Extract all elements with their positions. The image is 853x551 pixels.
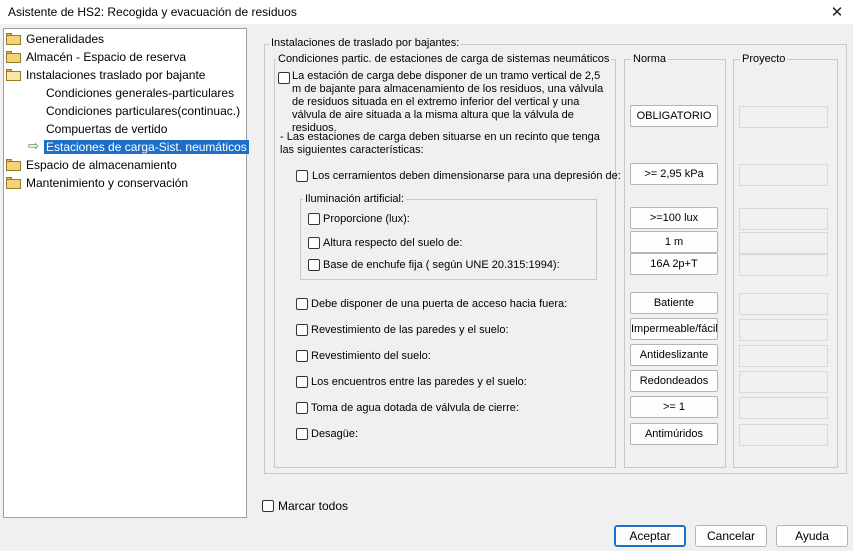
cancel-button[interactable]: Cancelar (695, 525, 767, 547)
desague-checkbox[interactable] (296, 428, 308, 440)
revestimiento-suelo-label: Revestimiento del suelo: (311, 350, 431, 362)
toma-agua-checkbox[interactable] (296, 402, 308, 414)
iluminacion-altura-label: Altura respecto del suelo de: (323, 237, 463, 249)
tree-item-label: Mantenimiento y conservación (26, 176, 189, 190)
window-title: Asistente de HS2: Recogida y evacuación … (8, 5, 297, 19)
iluminacion-altura-proyecto-field[interactable] (739, 232, 828, 254)
tree-item-compuertas[interactable]: Compuertas de vertido (46, 121, 167, 138)
close-icon[interactable]: ✕ (827, 2, 847, 22)
revestimiento-paredes-label: Revestimiento de las paredes y el suelo: (311, 324, 509, 336)
iluminacion-lux-proyecto-field[interactable] (739, 208, 828, 230)
encuentros-proyecto-field[interactable] (739, 371, 828, 393)
desague-label: Desagüe: (311, 428, 359, 440)
puerta-label: Debe disponer de una puerta de acceso ha… (311, 298, 568, 310)
first-proyecto-field[interactable] (739, 106, 828, 128)
tree-item-mantenimiento[interactable]: Mantenimiento y conservación (6, 175, 188, 192)
norma-title: Norma (631, 53, 669, 66)
tree-item-label: Almacén - Espacio de reserva (26, 50, 187, 64)
encuentros-norma-value[interactable]: Redondeados (630, 370, 718, 392)
encuentros-label: Los encuentros entre las paredes y el su… (311, 376, 527, 388)
folder-open-icon (6, 69, 21, 81)
folder-icon (6, 33, 21, 45)
navigation-tree[interactable]: Generalidades Almacén - Espacio de reser… (3, 28, 249, 518)
cerramientos-label: Los cerramientos deben dimensionarse par… (312, 170, 621, 182)
tree-item-almacen[interactable]: Almacén - Espacio de reserva (6, 49, 186, 66)
intro-text: - Las estaciones de carga deben situarse… (280, 131, 600, 156)
tree-item-condiciones-particulares[interactable]: Condiciones particulares(continuac.) (46, 103, 240, 120)
iluminacion-enchufe-norma-value[interactable]: 16A 2p+T (630, 253, 718, 275)
tree-item-generalidades[interactable]: Generalidades (6, 31, 104, 48)
revestimiento-paredes-norma-value[interactable]: Impermeable/fácil (630, 318, 718, 340)
toma-agua-label: Toma de agua dotada de válvula de cierre… (311, 402, 519, 414)
iluminacion-lux-checkbox[interactable] (308, 213, 320, 225)
puerta-norma-value[interactable]: Batiente (630, 292, 718, 314)
tree-item-label: Espacio de almacenamiento (26, 158, 177, 172)
cerramientos-proyecto-field[interactable] (739, 164, 828, 186)
tree-item-instalaciones-traslado[interactable]: Instalaciones traslado por bajante (6, 67, 205, 84)
title-bar: Asistente de HS2: Recogida y evacuación … (0, 0, 853, 24)
mark-all-label: Marcar todos (278, 499, 349, 513)
tree-item-label: Condiciones generales-particulares (46, 86, 235, 100)
iluminacion-enchufe-checkbox[interactable] (308, 259, 320, 271)
accept-button[interactable]: Aceptar (614, 525, 686, 547)
encuentros-checkbox[interactable] (296, 376, 308, 388)
revestimiento-suelo-norma-value[interactable]: Antideslizante (630, 344, 718, 366)
revestimiento-paredes-checkbox[interactable] (296, 324, 308, 336)
tree-item-label: Generalidades (26, 32, 105, 46)
tree-item-label-selected: Estaciones de carga-Sist. neumáticos (44, 140, 249, 154)
iluminacion-altura-norma-value[interactable]: 1 m (630, 231, 718, 253)
revestimiento-paredes-proyecto-field[interactable] (739, 319, 828, 341)
first-condition-checkbox[interactable] (278, 72, 290, 84)
conditions-group-title: Condiciones partic. de estaciones de car… (276, 53, 612, 66)
iluminacion-enchufe-proyecto-field[interactable] (739, 254, 828, 276)
iluminacion-altura-checkbox[interactable] (308, 237, 320, 249)
revestimiento-suelo-proyecto-field[interactable] (739, 345, 828, 367)
first-norma-value[interactable]: OBLIGATORIO (630, 105, 718, 127)
folder-icon (6, 159, 21, 171)
puerta-proyecto-field[interactable] (739, 293, 828, 315)
proyecto-title: Proyecto (740, 53, 788, 66)
mark-all-checkbox[interactable] (262, 500, 274, 512)
iluminacion-lux-norma-value[interactable]: >=100 lux (630, 207, 718, 229)
desague-proyecto-field[interactable] (739, 424, 828, 446)
tree-item-espacio-almacenamiento[interactable]: Espacio de almacenamiento (6, 157, 177, 174)
outer-group-title: Instalaciones de traslado por bajantes: (269, 37, 462, 50)
revestimiento-suelo-checkbox[interactable] (296, 350, 308, 362)
toma-agua-norma-value[interactable]: >= 1 (630, 396, 718, 418)
arrow-right-icon: ⇨ (28, 139, 39, 154)
iluminacion-lux-label: Proporcione (lux): (323, 213, 410, 225)
toma-agua-proyecto-field[interactable] (739, 397, 828, 419)
iluminacion-enchufe-label: Base de enchufe fija ( según UNE 20.315:… (323, 259, 560, 271)
cerramientos-checkbox[interactable] (296, 170, 308, 182)
folder-icon (6, 51, 21, 63)
folder-icon (6, 177, 21, 189)
iluminacion-title: Iluminación artificial: (303, 193, 407, 206)
first-condition-label: La estación de carga debe disponer de un… (292, 70, 604, 134)
tree-item-estaciones-carga[interactable]: Estaciones de carga-Sist. neumáticos (44, 139, 249, 156)
tree-item-label: Condiciones particulares(continuac.) (46, 104, 241, 118)
desague-norma-value[interactable]: Antimúridos (630, 423, 718, 445)
tree-item-label: Instalaciones traslado por bajante (26, 68, 206, 82)
cerramientos-norma-value[interactable]: >= 2,95 kPa (630, 163, 718, 185)
puerta-checkbox[interactable] (296, 298, 308, 310)
tree-item-condiciones-generales[interactable]: Condiciones generales-particulares (46, 85, 234, 102)
tree-item-label: Compuertas de vertido (46, 122, 168, 136)
help-button[interactable]: Ayuda (776, 525, 848, 547)
